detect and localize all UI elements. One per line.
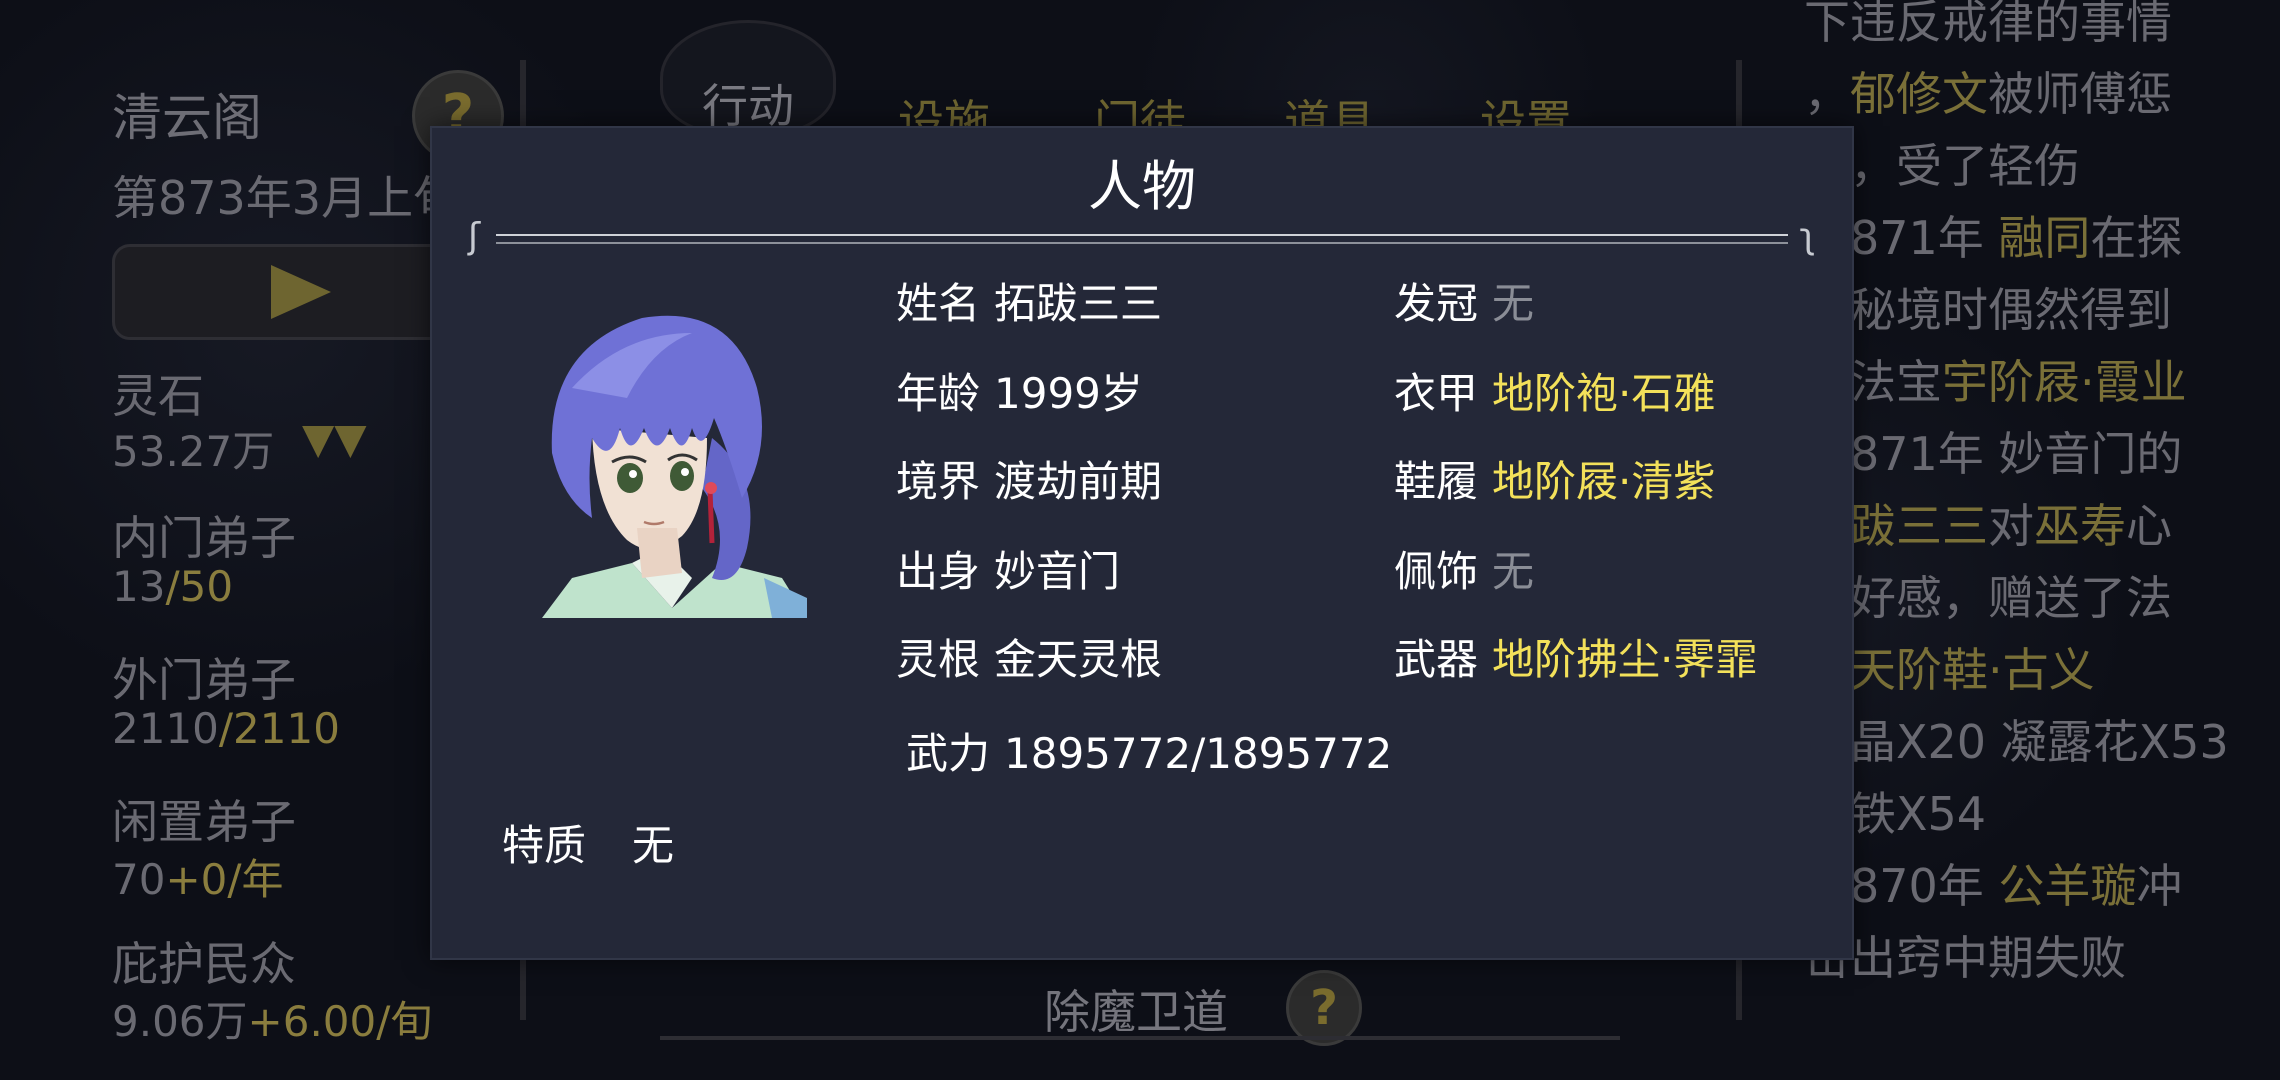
stat-label-protected-people: 庇护民众 [112, 937, 296, 991]
divider-ornament-left-icon: ʃ [468, 216, 481, 257]
log-line: 生好感，赠送了法 [1804, 571, 2172, 625]
demon-slaying-button[interactable]: 除魔卫道 [1044, 976, 1228, 1042]
log-line: 第870年 公羊璇冲 [1804, 859, 2183, 913]
stat-label-spirit-stone: 灵石 [112, 369, 204, 423]
log-line: 下违反戒律的事情 [1804, 0, 2172, 49]
sect-name: 清云阁 [112, 89, 262, 147]
character-dialog: 人物 ʃ ʅ 姓名 拓跋三三 年龄 1999岁 境界 渡劫前期 出身 妙音门 灵… [430, 126, 1854, 960]
stat-label-inner-disciples: 内门弟子 [112, 511, 296, 565]
field-origin: 出身 妙音门 [896, 547, 1121, 596]
event-log[interactable]: 下违反戒律的事情 ，郁修文被师傅惩 罚，受了轻伤第871年 融同在探 索秘境时偶然得到… [1804, 0, 2229, 994]
log-line: 第871年 融同在探 [1804, 211, 2183, 265]
log-line: 第871年 妙音门的 [1804, 427, 2183, 481]
field-age: 年龄 1999岁 [896, 369, 1143, 418]
stat-value-spirit-stone: 53.27万 [112, 427, 275, 476]
log-line: 了法宝宇阶屐·霞业 [1804, 355, 2187, 409]
equip-weapon[interactable]: 武器 地阶拂尘·霁霏 [1394, 626, 1757, 687]
field-power: 武力 1895772/1895772 [906, 729, 1393, 778]
log-line: 玄铁X54 [1804, 787, 1987, 841]
stat-value-inner-disciples: 13/50 [112, 562, 234, 611]
log-line: 宝天阶鞋·古义 [1804, 643, 2095, 697]
stat-label-outer-disciples: 外门弟子 [112, 653, 296, 707]
bottom-divider [660, 1036, 1620, 1040]
advance-time-button[interactable] [112, 244, 458, 340]
equip-armor[interactable]: 衣甲 地阶袍·石雅 [1394, 360, 1715, 421]
log-line: 罚，受了轻伤 [1804, 139, 2080, 193]
field-traits: 特质无 [502, 821, 675, 870]
stat-value-outer-disciples: 2110/2110 [112, 704, 340, 753]
stat-label-idle-disciples: 闲置弟子 [112, 795, 296, 849]
log-line: 拓跋三三对巫寿心 [1804, 499, 2172, 553]
field-name: 姓名 拓跋三三 [896, 279, 1163, 328]
demon-slaying-help-icon[interactable]: ? [1286, 970, 1362, 1046]
field-realm: 境界 渡劫前期 [896, 457, 1163, 506]
log-line: 击出窍中期失败 [1804, 931, 2126, 985]
trend-down-icon: ▼▼ [302, 414, 367, 463]
log-line: 铜晶X20 凝露花X53 [1804, 715, 2229, 769]
divider-ornament-right-icon: ʅ [1799, 216, 1816, 257]
log-line: ，郁修文被师傅惩 [1804, 67, 2172, 121]
game-date: 第873年3月上旬 [112, 171, 460, 225]
equip-accessory[interactable]: 佩饰无 [1394, 538, 1534, 599]
field-spirit-root: 灵根 金天灵根 [896, 635, 1163, 684]
play-icon [271, 265, 331, 319]
dialog-title: 人物 [1088, 155, 1196, 218]
equip-headwear[interactable]: 发冠无 [1394, 270, 1534, 331]
stat-value-protected-people: 9.06万+6.00/旬 [112, 997, 433, 1046]
log-line: 索秘境时偶然得到 [1804, 283, 2172, 337]
character-portrait [542, 315, 807, 618]
equip-shoes[interactable]: 鞋履 地阶屐·清紫 [1394, 448, 1715, 509]
stat-value-idle-disciples: 70+0/年 [112, 855, 284, 904]
title-divider: ʃ ʅ [468, 216, 1816, 257]
